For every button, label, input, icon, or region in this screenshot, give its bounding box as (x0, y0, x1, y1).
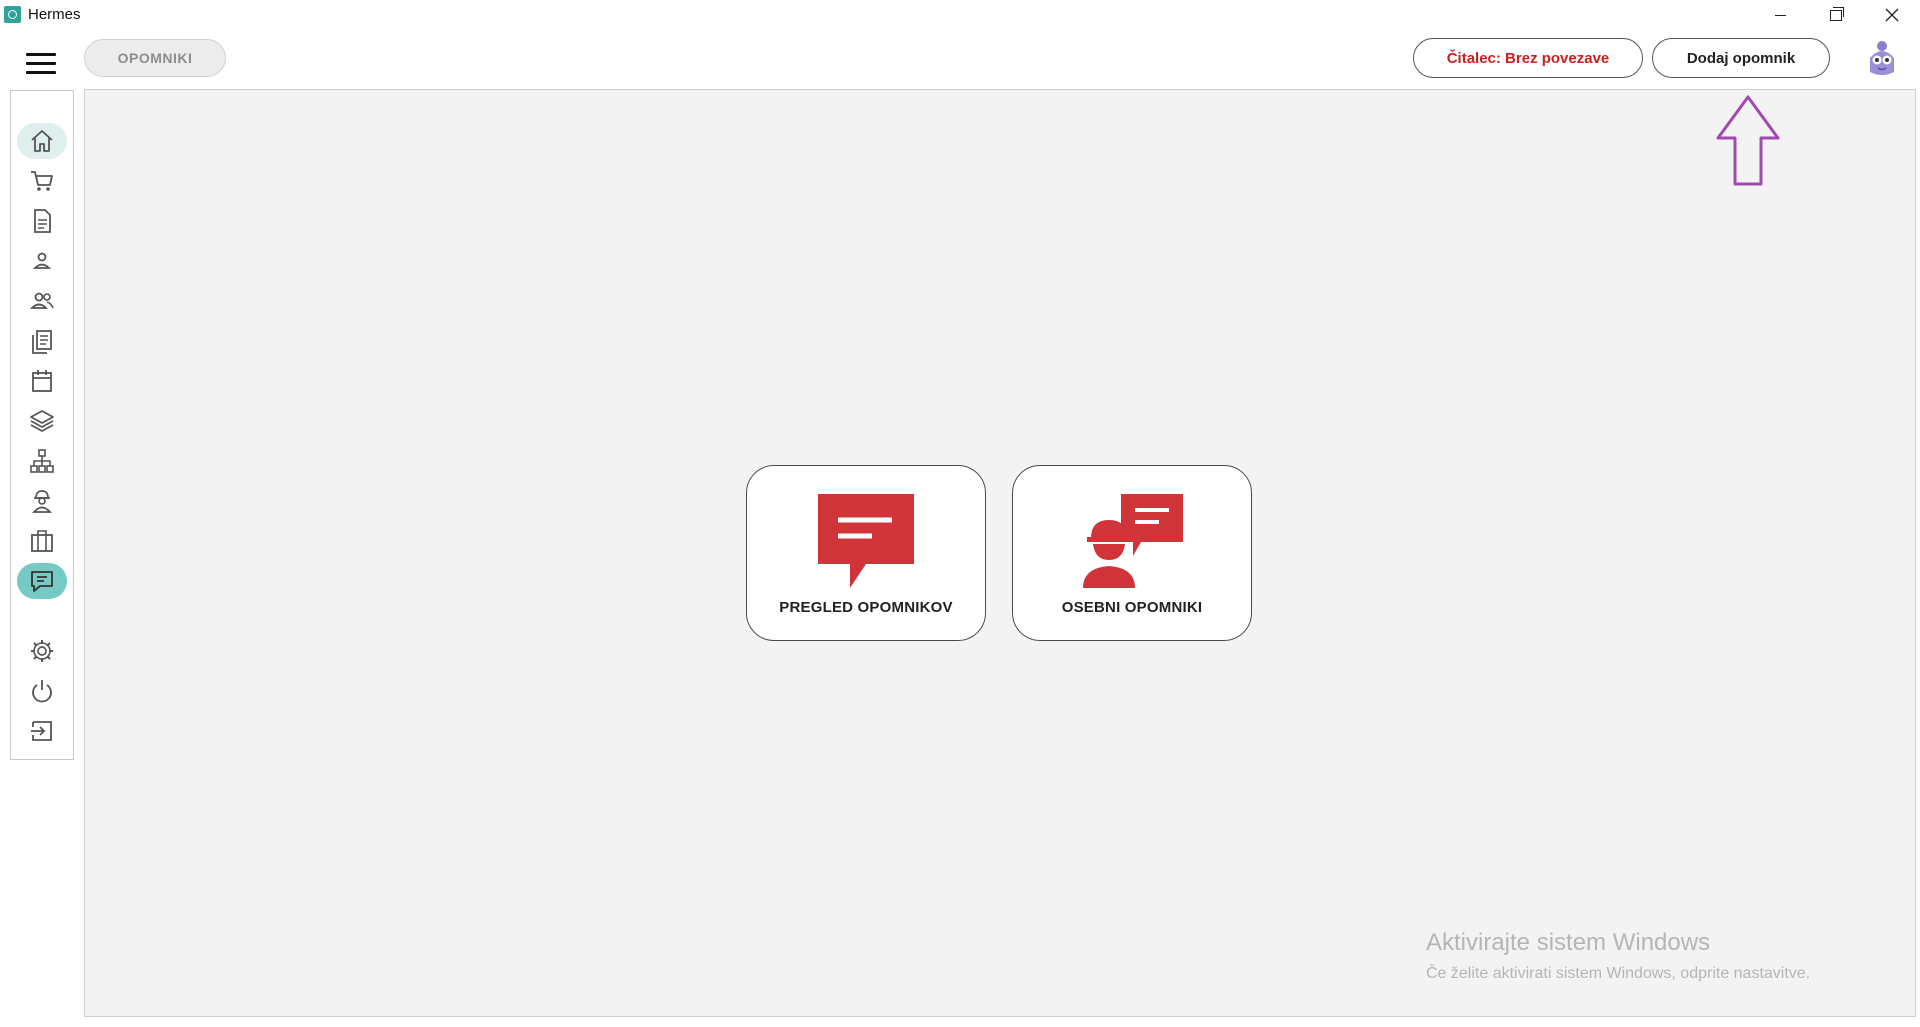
restore-icon (1830, 6, 1844, 21)
layers-icon (30, 410, 54, 432)
pages-icon (32, 330, 52, 354)
close-icon (1885, 8, 1899, 22)
personal-reminders-tile[interactable]: OSEBNI OPOMNIKI (1012, 465, 1252, 641)
sidebar-item-home[interactable] (17, 123, 67, 159)
annotation-arrow-icon (1716, 95, 1780, 186)
sidebar-item-people[interactable] (17, 283, 67, 319)
menu-line (26, 53, 56, 56)
document-icon (34, 209, 51, 233)
add-reminder-button[interactable]: Dodaj opomnik (1652, 38, 1830, 78)
sidebar-item-documents[interactable] (17, 203, 67, 239)
sidebar-item-workers[interactable] (17, 483, 67, 519)
sidebar-item-organization[interactable] (17, 443, 67, 479)
chat-bubble-icon (814, 490, 918, 595)
watermark-subtitle: Če želite aktivirati sistem Windows, odp… (1426, 965, 1811, 982)
tile-label: OSEBNI OPOMNIKI (1061, 599, 1203, 616)
person-icon (32, 252, 52, 269)
reminders-overview-tile[interactable]: PREGLED OPOMNIKOV (746, 465, 986, 641)
sidebar (10, 90, 74, 760)
window-title: Hermes (28, 6, 81, 23)
people-icon (29, 292, 54, 309)
sidebar-item-layers[interactable] (17, 403, 67, 439)
menu-line (26, 71, 56, 74)
sidebar-item-calendar[interactable] (17, 363, 67, 399)
sidebar-item-logout[interactable] (17, 713, 67, 749)
sidebar-item-cart[interactable] (17, 163, 67, 199)
main-content: PREGLED OPOMNIKOV OSEBNI OPOMNIKI (84, 89, 1916, 1017)
sidebar-item-power[interactable] (17, 673, 67, 709)
sidebar-item-settings[interactable] (17, 633, 67, 669)
org-chart-icon (30, 449, 54, 473)
reminder-icon (31, 571, 53, 592)
calendar-icon (32, 370, 52, 392)
breadcrumb[interactable]: OPOMNIKI (84, 39, 226, 77)
power-icon (32, 680, 52, 703)
worker-chat-icon (1077, 490, 1187, 595)
restore-button[interactable] (1808, 0, 1864, 30)
sidebar-item-person[interactable] (17, 243, 67, 279)
gear-icon (31, 640, 53, 662)
sidebar-item-pages[interactable] (17, 323, 67, 359)
mascot-icon (1870, 41, 1894, 75)
sidebar-item-reminders[interactable] (17, 563, 67, 599)
close-button[interactable] (1864, 0, 1920, 30)
worker-icon (32, 490, 52, 513)
user-avatar[interactable] (1864, 38, 1900, 80)
hamburger-menu-button[interactable] (26, 53, 56, 75)
menu-line (26, 62, 56, 65)
tile-label: PREGLED OPOMNIKOV (779, 599, 953, 616)
home-icon (31, 130, 53, 152)
reader-status-button[interactable]: Čitalec: Brez povezave (1413, 38, 1643, 78)
title-bar: Hermes (0, 0, 1920, 30)
minimize-icon (1774, 14, 1786, 16)
app-logo-icon (4, 6, 21, 23)
sidebar-item-briefcase[interactable] (17, 523, 67, 559)
cart-icon (31, 171, 53, 191)
logout-icon (31, 721, 52, 741)
briefcase-icon (31, 530, 53, 552)
minimize-button[interactable] (1752, 0, 1808, 30)
windows-activation-watermark: Aktivirajte sistem Windows Če želite akt… (1426, 929, 1810, 983)
watermark-title: Aktivirajte sistem Windows (1426, 929, 1711, 956)
